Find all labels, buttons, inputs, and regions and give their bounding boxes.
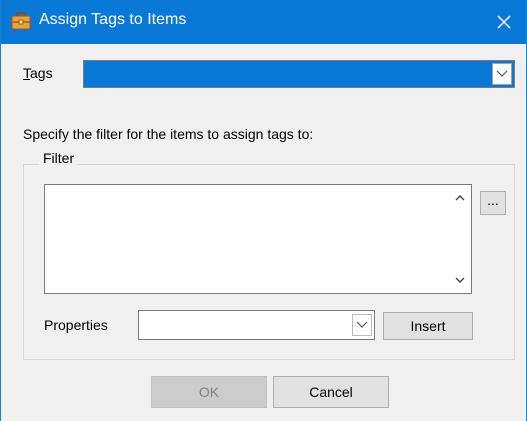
- properties-label: Properties: [44, 317, 108, 333]
- toolbox-icon: [11, 12, 31, 30]
- ok-button[interactable]: OK: [151, 376, 267, 408]
- instruction-text: Specify the filter for the items to assi…: [23, 126, 314, 142]
- tags-dropdown-button[interactable]: [492, 63, 512, 85]
- window-title: Assign Tags to Items: [39, 11, 187, 28]
- scroll-down-button[interactable]: [453, 273, 467, 287]
- filter-textarea[interactable]: [44, 184, 472, 294]
- scroll-up-button[interactable]: [453, 191, 467, 205]
- properties-combobox[interactable]: [138, 310, 375, 340]
- tags-label-rest: ags: [30, 65, 53, 81]
- properties-dropdown-button[interactable]: [352, 314, 372, 336]
- insert-button[interactable]: Insert: [383, 312, 473, 340]
- title-bar[interactable]: Assign Tags to Items: [1, 0, 526, 44]
- tags-label-access-key: T: [23, 65, 30, 81]
- close-button[interactable]: [482, 0, 526, 44]
- browse-filter-button[interactable]: ...: [480, 191, 506, 215]
- chevron-down-icon: [455, 277, 465, 283]
- chevron-up-icon: [455, 195, 465, 201]
- tags-label: Tags: [23, 65, 53, 81]
- chevron-down-icon: [356, 321, 368, 328]
- close-icon: [497, 15, 511, 29]
- cancel-button[interactable]: Cancel: [273, 376, 389, 408]
- filter-group-label: Filter: [39, 150, 79, 166]
- chevron-down-icon: [496, 70, 508, 77]
- assign-tags-dialog: Assign Tags to Items Tags Specify the fi…: [0, 0, 527, 421]
- tags-combobox[interactable]: [83, 60, 515, 88]
